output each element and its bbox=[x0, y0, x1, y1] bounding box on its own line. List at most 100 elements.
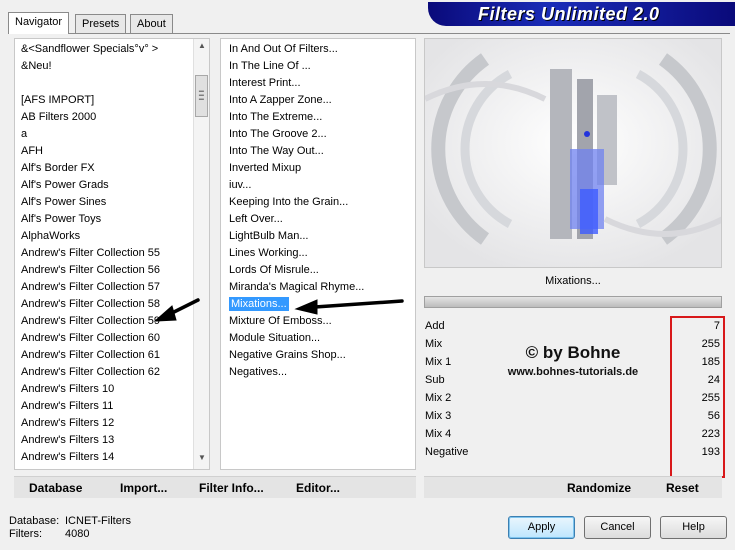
filter-item[interactable]: In And Out Of Filters... bbox=[229, 41, 415, 58]
filter-item[interactable]: Keeping Into the Grain... bbox=[229, 194, 415, 211]
tab-presets[interactable]: Presets bbox=[75, 14, 127, 33]
filter-item[interactable]: Module Situation... bbox=[229, 330, 415, 347]
category-item[interactable]: Andrew's Filter Collection 59 bbox=[21, 313, 209, 330]
scroll-down-icon[interactable]: ▼ bbox=[196, 453, 208, 467]
scroll-up-icon[interactable]: ▲ bbox=[196, 41, 208, 55]
category-list[interactable]: &<Sandflower Specials°v° > &Neu! [AFS IMPO… bbox=[14, 38, 210, 470]
category-item[interactable]: Andrew's Filter Collection 58 bbox=[21, 296, 209, 313]
filter-item[interactable]: Interest Print... bbox=[229, 75, 415, 92]
param-name: Mix 3 bbox=[425, 410, 452, 422]
filter-info-button[interactable]: Filter Info... bbox=[199, 481, 264, 495]
filter-item[interactable]: Inverted Mixup bbox=[229, 160, 415, 177]
category-item[interactable]: &<Sandflower Specials°v° > bbox=[21, 41, 209, 58]
filter-item[interactable]: Miranda's Magical Rhyme... bbox=[229, 279, 415, 296]
randomize-button[interactable]: Randomize bbox=[567, 481, 631, 495]
list-button-bar: Database Import... Filter Info... Editor… bbox=[14, 476, 416, 498]
filter-item-label: Interest Print... bbox=[229, 77, 301, 89]
filter-item[interactable]: Into The Way Out... bbox=[229, 143, 415, 160]
filter-item-label: Into The Extreme... bbox=[229, 111, 323, 123]
filter-item-label: Left Over... bbox=[229, 213, 283, 225]
param-name: Add bbox=[425, 320, 445, 332]
tab-about[interactable]: About bbox=[130, 14, 173, 33]
filter-item[interactable]: Mixations... bbox=[229, 296, 415, 313]
help-button[interactable]: Help bbox=[660, 516, 727, 539]
filter-item-label: In The Line Of ... bbox=[229, 60, 311, 72]
watermark-url: www.bohnes-tutorials.de bbox=[507, 366, 639, 378]
watermark-copyright: © by Bohne bbox=[525, 343, 621, 362]
filter-item[interactable]: Lords Of Misrule... bbox=[229, 262, 415, 279]
param-name: Sub bbox=[425, 374, 445, 386]
category-item[interactable]: AFH bbox=[21, 143, 209, 160]
category-item[interactable]: Andrew's Filters 13 bbox=[21, 432, 209, 449]
category-scrollbar[interactable]: ▲ ━ ━ ━ ▼ bbox=[193, 39, 209, 469]
category-item[interactable]: Alf's Border FX bbox=[21, 160, 209, 177]
filter-item-label: Negative Grains Shop... bbox=[229, 349, 346, 361]
database-value: ICNET-Filters bbox=[65, 515, 131, 527]
grip-icon: ━ ━ ━ bbox=[199, 87, 204, 104]
filter-item-label: Inverted Mixup bbox=[229, 162, 302, 174]
filter-list[interactable]: In And Out Of Filters... In The Line Of .… bbox=[220, 38, 416, 470]
app-banner: Filters Unlimited 2.0 bbox=[428, 2, 735, 26]
param-name: Mix 1 bbox=[425, 356, 452, 368]
filters-count-value: 4080 bbox=[65, 528, 90, 540]
filter-items: In And Out Of Filters... In The Line Of .… bbox=[221, 39, 415, 381]
cancel-button[interactable]: Cancel bbox=[584, 516, 651, 539]
apply-button[interactable]: Apply bbox=[508, 516, 575, 539]
filter-item[interactable]: In The Line Of ... bbox=[229, 58, 415, 75]
filter-item[interactable]: Left Over... bbox=[229, 211, 415, 228]
param-name: Mix 4 bbox=[425, 428, 452, 440]
filter-item-label: Keeping Into the Grain... bbox=[229, 196, 349, 208]
scroll-thumb[interactable]: ━ ━ ━ bbox=[195, 75, 208, 117]
filter-item-label: LightBulb Man... bbox=[229, 230, 309, 242]
category-item[interactable]: Andrew's Filter Collection 60 bbox=[21, 330, 209, 347]
param-name: Mix 2 bbox=[425, 392, 452, 404]
category-item[interactable] bbox=[21, 75, 209, 92]
category-item[interactable]: Andrew's Filter Collection 56 bbox=[21, 262, 209, 279]
watermark: © by Bohne www.bohnes-tutorials.de bbox=[480, 343, 666, 378]
param-button-bar: Randomize Reset bbox=[424, 476, 722, 498]
selected-filter-label: Mixations... bbox=[545, 275, 601, 287]
tab-navigator[interactable]: Navigator bbox=[8, 12, 70, 34]
import-button[interactable]: Import... bbox=[120, 481, 167, 495]
category-item[interactable]: Alf's Power Sines bbox=[21, 194, 209, 211]
editor-button[interactable]: Editor... bbox=[296, 481, 340, 495]
category-item[interactable]: AlphaWorks bbox=[21, 228, 209, 245]
preview-image bbox=[424, 38, 722, 268]
category-item[interactable]: Andrew's Filters 12 bbox=[21, 415, 209, 432]
filter-item[interactable]: Lines Working... bbox=[229, 245, 415, 262]
category-item[interactable]: Andrew's Filter Collection 61 bbox=[21, 347, 209, 364]
category-item[interactable]: a bbox=[21, 126, 209, 143]
filter-item[interactable]: iuv... bbox=[229, 177, 415, 194]
category-item[interactable]: Andrew's Filter Collection 62 bbox=[21, 364, 209, 381]
category-item[interactable]: Andrew's Filters 14 bbox=[21, 449, 209, 466]
filter-item[interactable]: Into The Extreme... bbox=[229, 109, 415, 126]
filter-item-label: Mixture Of Emboss... bbox=[229, 315, 332, 327]
filter-item-label: Into A Zapper Zone... bbox=[229, 94, 332, 106]
filter-item-label: Into The Groove 2... bbox=[229, 128, 327, 140]
category-item[interactable]: AB Filters 2000 bbox=[21, 109, 209, 126]
category-item[interactable]: Andrew's Filter Collection 57 bbox=[21, 279, 209, 296]
filter-item-label: In And Out Of Filters... bbox=[229, 43, 338, 55]
category-item[interactable]: Andrew's Filters 10 bbox=[21, 381, 209, 398]
database-label: Database: bbox=[9, 515, 60, 527]
value-highlight-box bbox=[670, 316, 725, 478]
filter-item-label: iuv... bbox=[229, 179, 252, 191]
filter-item-label: Negatives... bbox=[229, 366, 288, 378]
filter-item[interactable]: Into A Zapper Zone... bbox=[229, 92, 415, 109]
category-item[interactable]: Alf's Power Toys bbox=[21, 211, 209, 228]
category-items: &<Sandflower Specials°v° > &Neu! [AFS IMPO… bbox=[15, 39, 209, 466]
category-item[interactable]: [AFS IMPORT] bbox=[21, 92, 209, 109]
filter-item[interactable]: Negatives... bbox=[229, 364, 415, 381]
filter-item[interactable]: Negative Grains Shop... bbox=[229, 347, 415, 364]
category-item[interactable]: &Neu! bbox=[21, 58, 209, 75]
filter-item[interactable]: Into The Groove 2... bbox=[229, 126, 415, 143]
param-name: Negative bbox=[425, 446, 469, 458]
category-item[interactable]: Andrew's Filters 11 bbox=[21, 398, 209, 415]
filter-item[interactable]: LightBulb Man... bbox=[229, 228, 415, 245]
filter-item[interactable]: Mixture Of Emboss... bbox=[229, 313, 415, 330]
category-item[interactable]: Andrew's Filter Collection 55 bbox=[21, 245, 209, 262]
category-item[interactable]: Alf's Power Grads bbox=[21, 177, 209, 194]
filter-item-label: Miranda's Magical Rhyme... bbox=[229, 281, 365, 293]
reset-button[interactable]: Reset bbox=[666, 481, 699, 495]
database-button[interactable]: Database bbox=[29, 481, 82, 495]
